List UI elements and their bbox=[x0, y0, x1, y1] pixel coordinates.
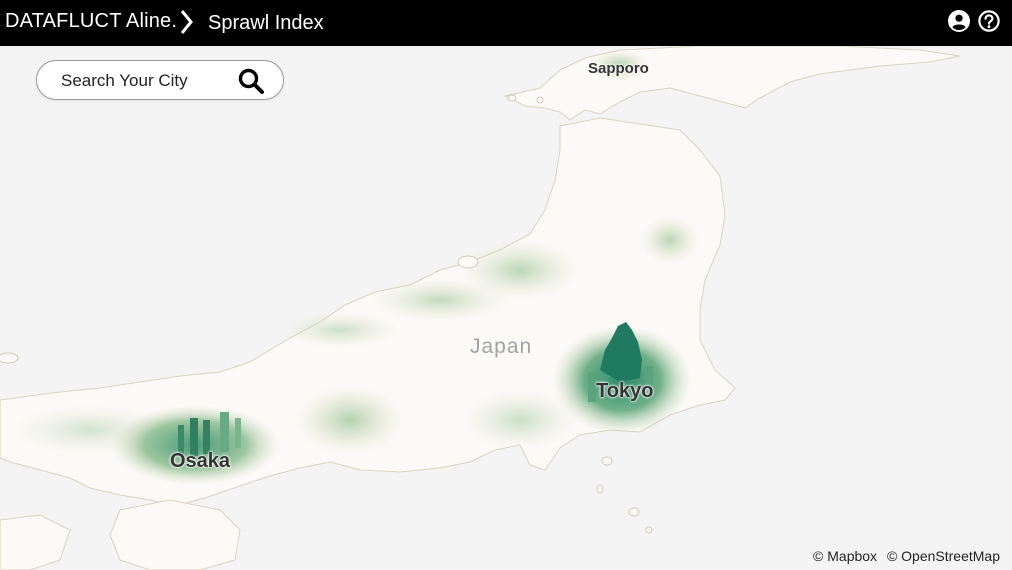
country-label: Japan bbox=[470, 335, 533, 358]
search-icon[interactable] bbox=[237, 67, 265, 95]
shikoku-landmass bbox=[109, 499, 241, 570]
kyushu-landmass bbox=[0, 514, 71, 570]
city-label-osaka[interactable]: Osaka bbox=[170, 450, 230, 473]
brand-logo[interactable]: DATAFLUCT Aline. bbox=[5, 10, 177, 33]
map-canvas[interactable] bbox=[0, 46, 1012, 570]
chevron-right-icon bbox=[180, 10, 193, 34]
city-label-tokyo[interactable]: Tokyo bbox=[596, 380, 653, 403]
city-label-sapporo[interactable]: Sapporo bbox=[588, 60, 649, 77]
mapbox-attribution-link[interactable]: © Mapbox bbox=[813, 548, 877, 564]
city-search-box[interactable] bbox=[36, 60, 284, 100]
city-search-input[interactable] bbox=[59, 69, 233, 93]
help-icon[interactable] bbox=[978, 10, 1000, 32]
page-title: Sprawl Index bbox=[208, 12, 324, 34]
user-account-icon[interactable] bbox=[948, 10, 970, 32]
hokkaido-landmass bbox=[503, 46, 961, 121]
top-bar: DATAFLUCT Aline. Sprawl Index bbox=[0, 0, 1012, 46]
map-attribution: © Mapbox © OpenStreetMap bbox=[807, 548, 1000, 564]
openstreetmap-attribution-link[interactable]: © OpenStreetMap bbox=[887, 548, 1000, 564]
japan-map bbox=[0, 46, 961, 570]
